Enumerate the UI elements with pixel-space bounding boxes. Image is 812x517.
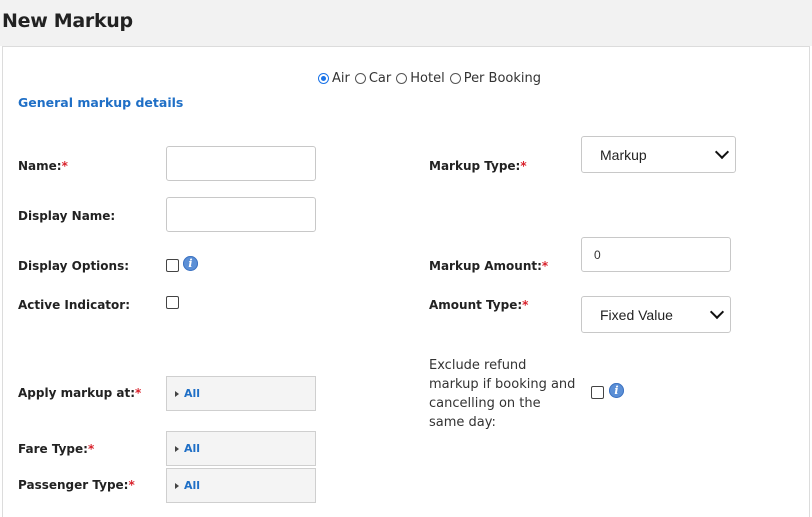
name-label-text: Name:	[18, 159, 62, 173]
info-icon[interactable]: i	[183, 256, 198, 271]
radio-air-label[interactable]: Air	[332, 71, 350, 86]
info-icon[interactable]: i	[609, 383, 624, 398]
markup-type-label-text: Markup Type:	[429, 159, 521, 173]
radio-per-booking[interactable]: Per Booking	[449, 71, 541, 86]
required-mark: *	[522, 298, 529, 312]
chevron-down-icon[interactable]	[709, 304, 725, 320]
display-options-label: Display Options:	[18, 259, 130, 273]
fare-type-tree[interactable]: All	[166, 431, 316, 466]
amount-type-select[interactable]: Fixed Value	[581, 296, 731, 333]
apply-markup-at-label-text: Apply markup at:	[18, 386, 136, 400]
section-title: General markup details	[18, 95, 184, 110]
passenger-type-label: Passenger Type:*	[18, 478, 135, 492]
radio-car-indicator[interactable]	[354, 72, 366, 84]
required-mark: *	[87, 442, 95, 456]
required-mark: *	[541, 259, 549, 273]
markup-type-value[interactable]: Markup	[600, 147, 647, 163]
chevron-down-icon[interactable]	[714, 144, 730, 160]
radio-car-label[interactable]: Car	[369, 71, 391, 86]
required-mark: *	[135, 386, 142, 400]
radio-air[interactable]: Air	[318, 71, 350, 86]
name-label: Name:*	[18, 159, 68, 173]
amount-type-value[interactable]: Fixed Value	[600, 307, 673, 323]
passenger-type-tree[interactable]: All	[166, 468, 316, 503]
radio-car[interactable]: Car	[354, 71, 391, 86]
name-input[interactable]	[166, 146, 316, 181]
exclude-refund-label: Exclude refund markup if booking and can…	[429, 358, 576, 430]
amount-type-label: Amount Type:*	[429, 298, 528, 312]
caret-right-icon[interactable]	[175, 390, 179, 397]
display-name-label: Display Name:	[18, 209, 116, 223]
markup-type-select[interactable]: Markup	[581, 136, 736, 173]
required-mark: *	[128, 478, 135, 492]
radio-per-booking-label[interactable]: Per Booking	[464, 71, 541, 86]
display-name-input[interactable]	[166, 197, 316, 232]
page-header: New Markup	[0, 0, 812, 46]
required-mark: *	[520, 159, 527, 173]
apply-markup-at-label: Apply markup at:*	[18, 386, 141, 400]
markup-type-label: Markup Type:*	[429, 159, 527, 173]
markup-amount-label-text: Markup Amount:	[429, 259, 542, 273]
caret-right-icon[interactable]	[175, 445, 179, 452]
page-title: New Markup	[2, 10, 133, 32]
radio-hotel-indicator[interactable]	[396, 72, 408, 84]
radio-hotel[interactable]: Hotel	[396, 71, 445, 86]
form-panel	[2, 46, 810, 517]
radio-per-booking-indicator[interactable]	[449, 72, 461, 84]
caret-right-icon[interactable]	[175, 482, 179, 489]
active-indicator-label: Active Indicator:	[18, 298, 131, 312]
fare-type-label-text: Fare Type:	[18, 442, 88, 456]
markup-amount-label: Markup Amount:*	[429, 259, 548, 273]
active-indicator-checkbox[interactable]	[166, 296, 179, 309]
required-mark: *	[61, 159, 68, 173]
fare-type-value[interactable]: All	[184, 442, 200, 455]
radio-air-indicator[interactable]	[318, 72, 329, 84]
fare-type-label: Fare Type:*	[18, 442, 94, 456]
passenger-type-label-text: Passenger Type:	[18, 478, 129, 492]
display-options-checkbox[interactable]	[166, 259, 179, 272]
markup-amount-input[interactable]	[581, 237, 731, 272]
product-type-radio-group: Air Car Hotel Per Booking	[318, 69, 546, 87]
apply-markup-at-value[interactable]: All	[184, 387, 200, 400]
apply-markup-at-tree[interactable]: All	[166, 376, 316, 411]
passenger-type-value[interactable]: All	[184, 479, 200, 492]
amount-type-label-text: Amount Type:	[429, 298, 523, 312]
radio-hotel-label[interactable]: Hotel	[410, 71, 444, 86]
exclude-refund-checkbox[interactable]	[591, 386, 604, 399]
